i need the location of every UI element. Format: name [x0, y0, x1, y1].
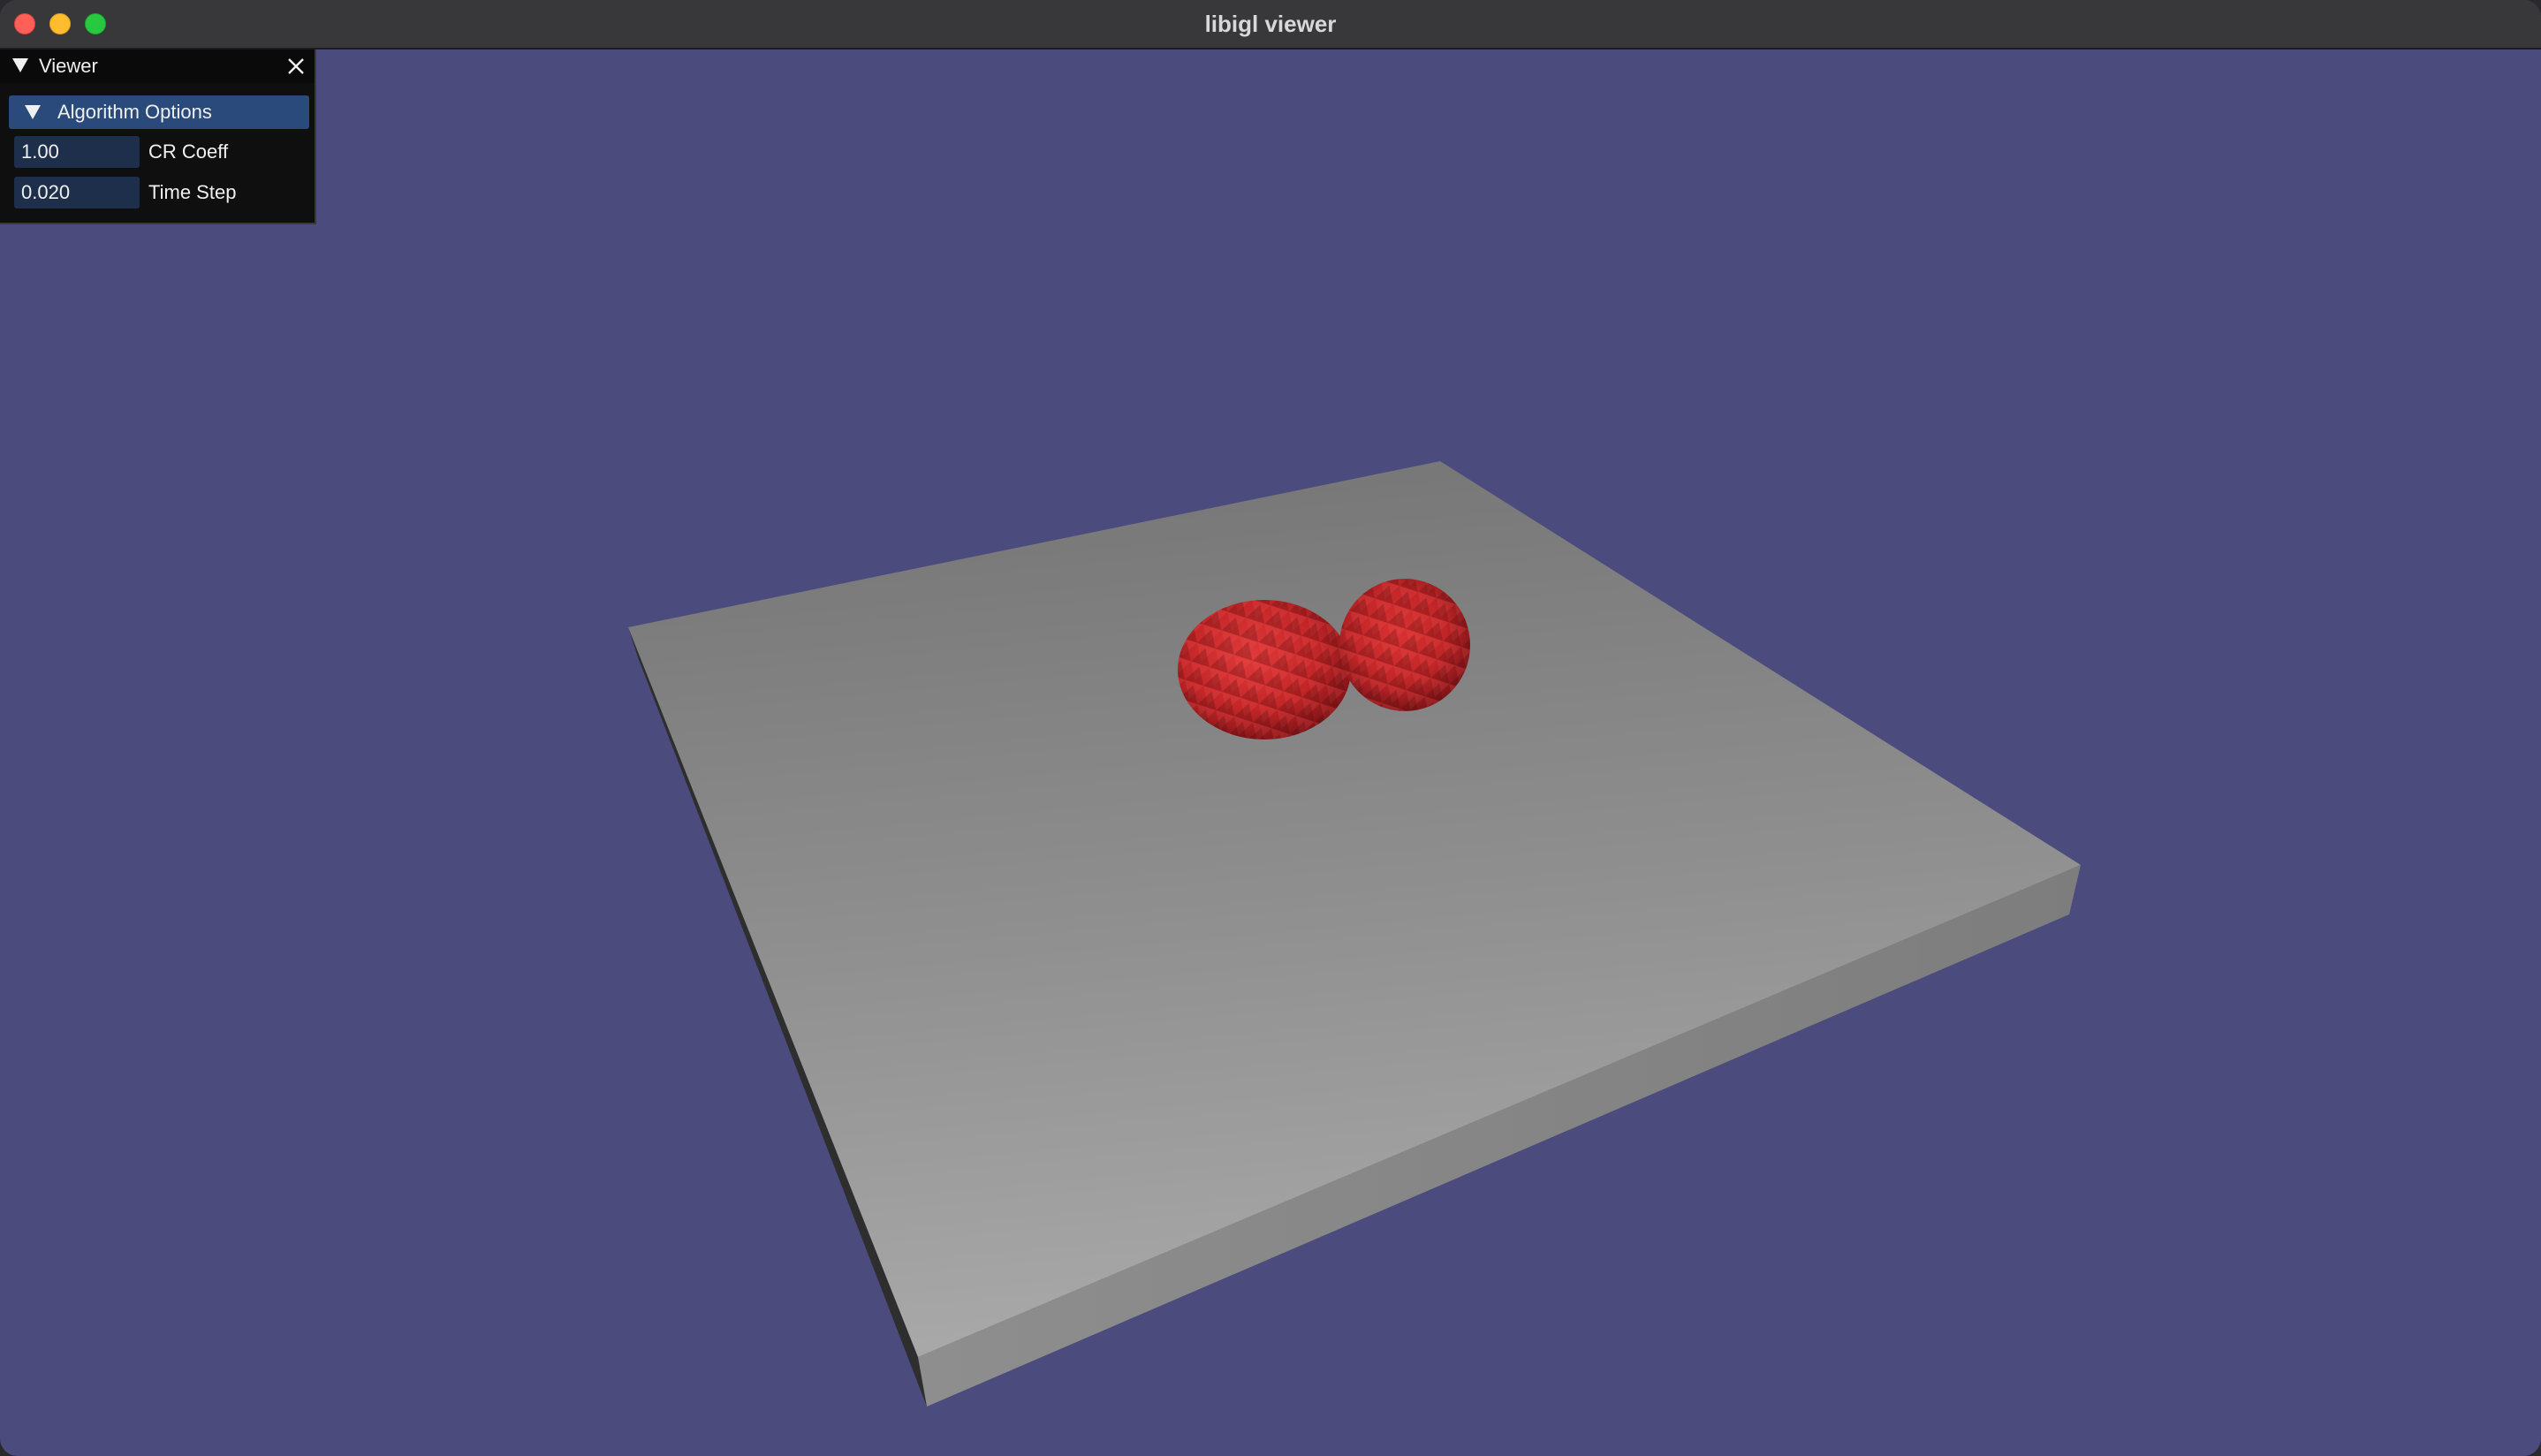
panel-header[interactable]: Viewer	[0, 49, 315, 83]
title-bar[interactable]: libigl viewer	[0, 0, 2541, 49]
time-step-label: Time Step	[148, 181, 237, 203]
triangle-down-icon[interactable]	[25, 105, 41, 119]
plate-top	[628, 461, 2081, 1357]
cr-coeff-label: CR Coeff	[148, 140, 229, 163]
sphere-right	[1339, 579, 1470, 711]
algorithm-options-header[interactable]: Algorithm Options	[9, 95, 309, 129]
panel-title: Viewer	[39, 55, 98, 77]
close-icon[interactable]	[284, 55, 307, 78]
viewer-panel: Viewer Algorithm Options CR Coeff Time S…	[0, 49, 316, 224]
section-label: Algorithm Options	[57, 101, 212, 123]
3d-viewport[interactable]	[0, 49, 2541, 1456]
sphere-left	[1178, 600, 1351, 739]
cr-coeff-input[interactable]	[14, 136, 140, 168]
triangle-down-icon[interactable]	[12, 58, 28, 72]
time-step-input[interactable]	[14, 177, 140, 209]
app-window: libigl viewer Viewer Algorithm Options 1…	[0, 0, 2541, 1456]
window-title: libigl viewer	[1204, 11, 1337, 37]
scene-canvas[interactable]	[0, 49, 2541, 1456]
